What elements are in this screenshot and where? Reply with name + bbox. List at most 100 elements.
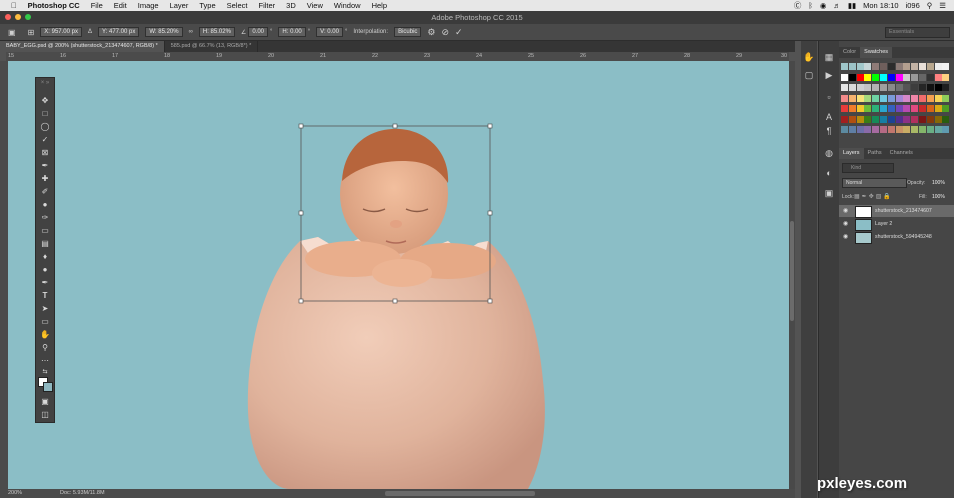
panel-collapse-icon[interactable]: × » — [38, 78, 52, 89]
swatch[interactable] — [887, 126, 895, 133]
hskew-field[interactable]: H: 0.00 — [278, 27, 306, 37]
shape-tool-icon[interactable]: ▭ — [38, 316, 52, 327]
x-field[interactable]: X: 957.00 px — [40, 27, 82, 37]
swatch[interactable] — [942, 63, 950, 70]
swatch[interactable] — [942, 73, 950, 81]
horizontal-scroll-thumb[interactable] — [385, 491, 535, 496]
swatch[interactable] — [911, 73, 919, 81]
reference-point-icon[interactable]: ⊞ — [28, 28, 35, 37]
paragraph-icon[interactable]: ¶ — [823, 125, 835, 137]
doc-size[interactable]: Doc: 5.93M/11.8M — [60, 490, 105, 496]
swatch[interactable] — [887, 73, 895, 81]
adjustments-icon[interactable]: ◍ — [823, 147, 835, 159]
swatch[interactable] — [895, 115, 903, 123]
crop-tool-icon[interactable]: ⊠ — [38, 147, 52, 158]
swatch[interactable] — [903, 63, 911, 70]
swatch[interactable] — [848, 94, 856, 102]
swatch[interactable] — [848, 63, 856, 70]
swatch[interactable] — [942, 94, 950, 102]
brush-preset-icon[interactable]: ▢ — [803, 69, 815, 81]
eye-icon[interactable]: ◉ — [843, 233, 848, 240]
eye-icon[interactable]: ◉ — [843, 220, 848, 227]
properties-icon[interactable]: ▫ — [823, 91, 835, 103]
menu-image[interactable]: Image — [138, 1, 159, 10]
character-icon[interactable]: A — [823, 111, 835, 123]
menu-select[interactable]: Select — [227, 1, 248, 10]
vskew-field[interactable]: V: 0.00 — [316, 27, 343, 37]
swatch[interactable] — [934, 84, 942, 91]
swatch[interactable] — [880, 126, 887, 133]
swatch[interactable] — [856, 126, 864, 133]
swatch[interactable] — [934, 63, 942, 70]
tab-color[interactable]: Color — [839, 47, 860, 58]
swatch[interactable] — [856, 94, 864, 102]
swatch[interactable] — [942, 126, 950, 133]
swatch[interactable] — [919, 115, 926, 123]
fill-value[interactable]: 100% — [932, 194, 945, 200]
eraser-tool-icon[interactable]: ▭ — [38, 225, 52, 236]
swatch[interactable] — [856, 105, 864, 112]
layer-row[interactable]: ◉ shutterstock_213474607 — [839, 205, 954, 218]
angle-field[interactable]: 0.00 — [248, 27, 268, 37]
swatch[interactable] — [895, 94, 903, 102]
swatch[interactable] — [895, 84, 903, 91]
swatch[interactable] — [926, 126, 934, 133]
swatch[interactable] — [872, 105, 880, 112]
swatch[interactable] — [887, 84, 895, 91]
menu-type[interactable]: Type — [199, 1, 215, 10]
lasso-tool-icon[interactable]: ◯ — [38, 121, 52, 132]
swatch[interactable] — [942, 115, 950, 123]
quick-mask-icon[interactable]: ▣ — [38, 396, 52, 407]
gradient-tool-icon[interactable]: ▤ — [38, 238, 52, 249]
swatch[interactable] — [841, 63, 848, 70]
brush-settings-icon[interactable]: ✋ — [803, 51, 815, 63]
marquee-tool-icon[interactable]: □ — [38, 108, 52, 119]
swatch[interactable] — [880, 115, 887, 123]
swatch[interactable] — [872, 84, 880, 91]
tab-swatches[interactable]: Swatches — [860, 47, 893, 58]
swatch[interactable] — [848, 126, 856, 133]
move-tool-icon[interactable]: ✥ — [38, 95, 52, 106]
history-brush-tool-icon[interactable]: ✑ — [38, 212, 52, 223]
skype-icon[interactable]: Ⓒ — [794, 0, 802, 11]
swatch[interactable] — [919, 73, 926, 81]
opacity-value[interactable]: 100% — [932, 180, 945, 186]
swatch[interactable] — [864, 63, 872, 70]
swatch[interactable] — [919, 94, 926, 102]
swatch[interactable] — [942, 84, 950, 91]
swatch[interactable] — [895, 105, 903, 112]
menu-filter[interactable]: Filter — [258, 1, 275, 10]
healing-tool-icon[interactable]: ✚ — [38, 173, 52, 184]
stamp-tool-icon[interactable]: ● — [38, 199, 52, 210]
menu-app[interactable]: Photoshop CC — [28, 1, 80, 10]
menu-edit[interactable]: Edit — [114, 1, 127, 10]
battery-icon[interactable]: ▮▮ — [848, 1, 856, 10]
menu-3d[interactable]: 3D — [286, 1, 296, 10]
path-select-tool-icon[interactable]: ➤ — [38, 303, 52, 314]
swatch[interactable] — [864, 73, 872, 81]
zoom-level[interactable]: 200% — [8, 490, 22, 496]
screen-mode-icon[interactable]: ◫ — [38, 409, 52, 420]
menu-layer[interactable]: Layer — [170, 1, 189, 10]
notification-icon[interactable]: ☰ — [939, 1, 946, 10]
swatch[interactable] — [911, 126, 919, 133]
tab-paths[interactable]: Paths — [864, 148, 886, 159]
h-field[interactable]: H: 85.02% — [198, 27, 235, 37]
w-field[interactable]: W: 85.20% — [145, 27, 183, 37]
swatch[interactable] — [942, 105, 950, 112]
swatch[interactable] — [887, 94, 895, 102]
hand-tool-icon[interactable]: ✋ — [38, 329, 52, 340]
quick-select-tool-icon[interactable]: ✓ — [38, 134, 52, 145]
blend-mode-select[interactable]: Normal — [842, 178, 907, 188]
menu-file[interactable]: File — [91, 1, 103, 10]
swatch[interactable] — [880, 63, 887, 70]
swatch[interactable] — [841, 105, 848, 112]
swatch[interactable] — [848, 115, 856, 123]
swatch[interactable] — [872, 115, 880, 123]
interpolation-select[interactable]: Bicubic — [394, 27, 422, 37]
eye-icon[interactable]: ◉ — [843, 207, 848, 214]
swatch[interactable] — [872, 73, 880, 81]
swatch[interactable] — [864, 84, 872, 91]
swatch[interactable] — [926, 84, 934, 91]
swatch[interactable] — [934, 115, 942, 123]
